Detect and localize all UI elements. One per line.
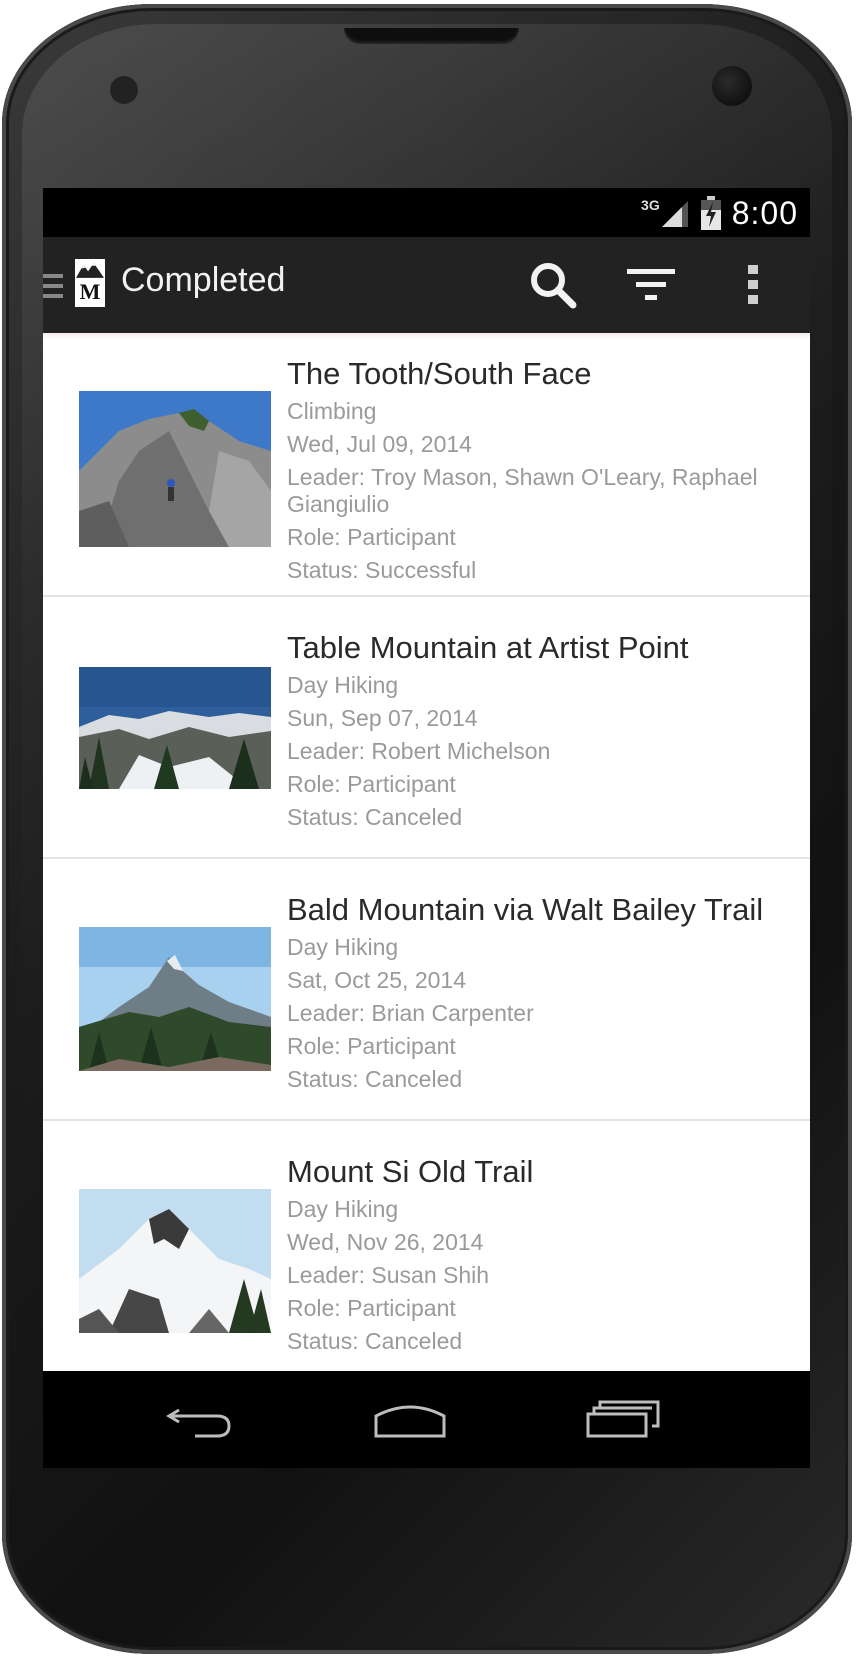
filter-icon [627,269,675,300]
trip-activity: Day Hiking [287,934,399,960]
trip-status: Status: Canceled [287,1066,463,1092]
status-clock: 8:00 [731,194,798,231]
trip-status: Status: Canceled [287,804,463,830]
trip-thumbnail [79,667,271,789]
trip-activity: Day Hiking [287,672,399,698]
forested-peak-photo [79,927,271,1071]
app-logo[interactable]: M [73,257,107,309]
trip-details: Mount Si Old Trail Day Hiking Wed, Nov 2… [287,1153,790,1358]
search-button[interactable] [523,255,583,315]
back-icon [166,1408,231,1438]
trip-details: Bald Mountain via Walt Bailey Trail Day … [287,891,790,1096]
home-button[interactable] [365,1395,455,1445]
trip-role: Role: Participant [287,771,456,797]
trip-leader: Leader: Susan Shih [287,1262,490,1288]
trip-title: Table Mountain at Artist Point [287,630,689,665]
overflow-menu-icon [748,265,758,304]
network-type-label: 3G [641,197,660,213]
trip-leader: Leader: Troy Mason, Shawn O'Leary, Rapha… [287,464,758,517]
trip-title: The Tooth/South Face [287,356,592,391]
trip-activity: Day Hiking [287,1196,399,1222]
trip-role: Role: Participant [287,1033,456,1059]
status-icons: 3G 8:00 [641,194,798,232]
trip-list: The Tooth/South Face Climbing Wed, Jul 0… [43,333,810,1371]
home-icon [374,1405,446,1438]
trip-role: Role: Participant [287,1295,456,1321]
trip-title: Bald Mountain via Walt Bailey Trail [287,892,764,927]
trip-details: The Tooth/South Face Climbing Wed, Jul 0… [287,355,790,587]
trip-date: Wed, Nov 26, 2014 [287,1229,484,1255]
earpiece-speaker [344,28,519,44]
trip-row[interactable]: Table Mountain at Artist Point Day Hikin… [43,597,810,859]
recent-apps-icon [586,1400,660,1438]
mountain-logo-icon [76,262,104,278]
trip-title: Mount Si Old Trail [287,1154,534,1189]
proximity-sensor [110,76,138,104]
trip-status: Status: Canceled [287,1328,463,1354]
snowy-ridge-photo [79,667,271,789]
trip-date: Wed, Jul 09, 2014 [287,431,472,457]
trip-thumbnail [79,927,271,1071]
trip-date: Sat, Oct 25, 2014 [287,967,467,993]
rock-climbing-photo [79,391,271,547]
trip-thumbnail [79,1189,271,1333]
trip-date: Sun, Sep 07, 2014 [287,705,478,731]
back-button[interactable] [155,1395,245,1445]
logo-letter: M [79,279,101,304]
filter-button[interactable] [621,255,681,315]
device-screen: 3G 8:00 M Completed The Tooth/South Face… [43,188,810,1468]
navigation-drawer-icon[interactable] [43,271,65,301]
search-icon [531,263,577,309]
trip-row[interactable]: Mount Si Old Trail Day Hiking Wed, Nov 2… [43,1121,810,1371]
status-bar: 3G 8:00 [43,188,810,237]
recent-apps-button[interactable] [579,1395,669,1445]
page-title: Completed [121,261,286,299]
trip-role: Role: Participant [287,524,456,550]
trip-status: Status: Successful [287,557,477,583]
overflow-menu-button[interactable] [723,255,783,315]
trip-thumbnail [79,391,271,547]
snowy-summit-photo [79,1189,271,1333]
front-camera [712,66,752,106]
screenshot-stage: 3G 8:00 M Completed The Tooth/South Face… [0,0,856,1659]
trip-row[interactable]: The Tooth/South Face Climbing Wed, Jul 0… [43,333,810,597]
trip-leader: Leader: Brian Carpenter [287,1000,534,1026]
trip-details: Table Mountain at Artist Point Day Hikin… [287,629,790,834]
signal-strength-icon [661,201,688,227]
trip-activity: Climbing [287,398,377,424]
system-navigation-bar [43,1371,810,1468]
trip-leader: Leader: Robert Michelson [287,738,551,764]
battery-charging-icon [700,196,721,230]
trip-row[interactable]: Bald Mountain via Walt Bailey Trail Day … [43,859,810,1121]
action-bar: M Completed [43,237,810,333]
